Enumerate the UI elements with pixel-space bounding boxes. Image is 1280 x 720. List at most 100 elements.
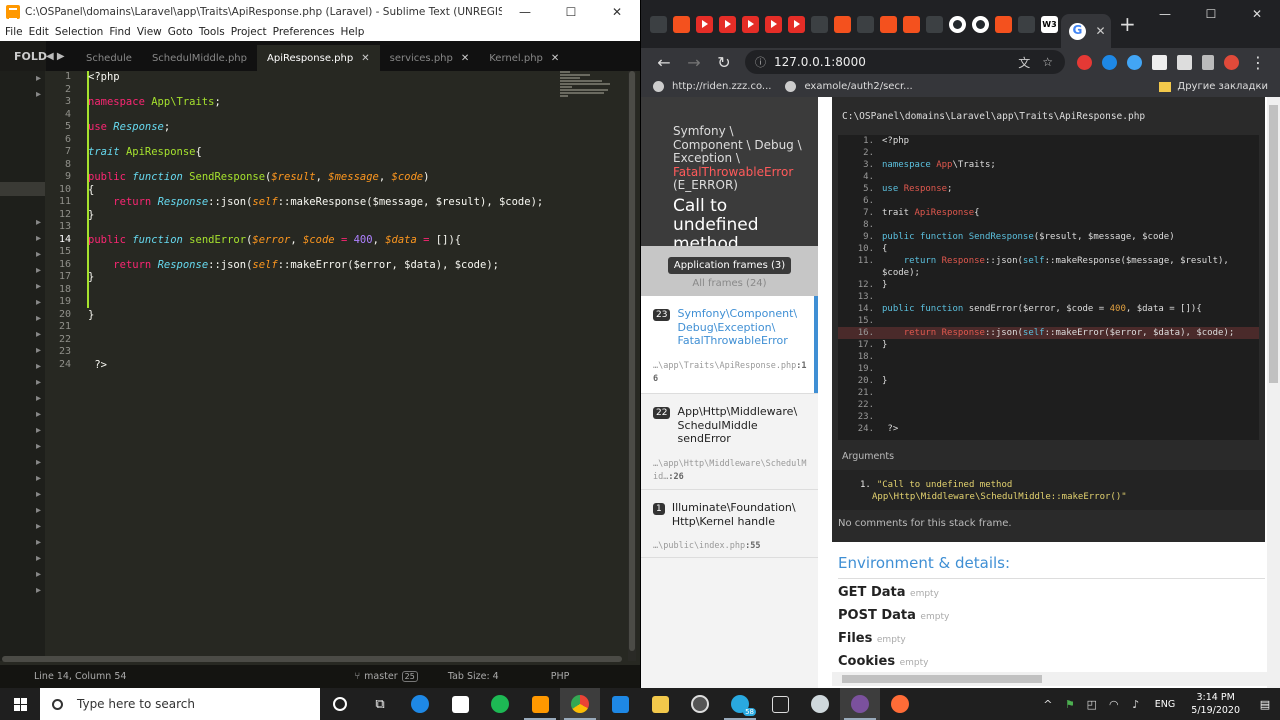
tab-favicon-dark[interactable] (857, 15, 874, 33)
tab-favicon-laravel[interactable] (995, 15, 1012, 33)
info-icon[interactable]: ⓘ (755, 54, 766, 70)
skype-icon[interactable] (480, 688, 520, 720)
github-icon[interactable] (949, 15, 966, 33)
extension-icon[interactable] (1152, 54, 1167, 70)
bookmark-item[interactable]: examole/auth2/secr... (785, 81, 913, 92)
tab-nav-arrows[interactable]: ◀ ▶ (46, 41, 76, 71)
clock[interactable]: 3:14 PM 5/19/2020 (1191, 691, 1240, 717)
tab-schedulmiddle[interactable]: SchedulMiddle.php (142, 45, 257, 71)
profile-avatar[interactable] (1224, 54, 1239, 70)
editor-vertical-scrollbar[interactable] (628, 71, 636, 661)
tab-kernel[interactable]: Kernel.php ✕ (479, 45, 569, 71)
tab-size[interactable]: Tab Size: 4 (448, 671, 499, 682)
edge-icon[interactable] (400, 688, 440, 720)
tab-close-icon[interactable]: ✕ (1095, 24, 1105, 38)
close-button[interactable]: ✕ (1234, 0, 1280, 28)
tab-favicon-dark[interactable] (650, 15, 667, 33)
tab-close-icon[interactable]: ✕ (361, 53, 369, 64)
tab-apiresponse[interactable]: ApiResponse.php ✕ (257, 45, 380, 71)
tab-favicon-laravel[interactable] (880, 15, 897, 33)
address-bar[interactable]: ⓘ 127.0.0.1:8000 文 ☆ (745, 50, 1065, 74)
chrome-taskbar-icon[interactable] (560, 688, 600, 720)
telegram-icon[interactable]: 58 (720, 688, 760, 720)
other-bookmarks[interactable]: Другие закладки (1159, 81, 1268, 92)
game-icon[interactable] (800, 688, 840, 720)
w3-icon[interactable]: W3 (1041, 15, 1058, 33)
close-button[interactable]: ✕ (594, 0, 640, 24)
page-vertical-scrollbar[interactable] (1267, 97, 1280, 688)
menu-goto[interactable]: Goto (165, 24, 196, 41)
start-button[interactable] (0, 688, 40, 720)
menu-help[interactable]: Help (337, 24, 367, 41)
back-button[interactable]: ← (649, 53, 679, 72)
viber-icon[interactable] (840, 688, 880, 720)
tab-favicon-dark[interactable] (926, 15, 943, 33)
store-icon[interactable] (440, 688, 480, 720)
tab-favicon-laravel[interactable] (834, 15, 851, 33)
tab-favicon-dark[interactable] (1018, 15, 1035, 33)
file-explorer-icon[interactable] (640, 688, 680, 720)
stack-frame[interactable]: 1 Illuminate\Foundation\ Http\Kernel han… (641, 490, 818, 558)
stack-frame[interactable]: 22 App\Http\Middleware\ SchedulMiddle se… (641, 394, 818, 490)
task-view-icon[interactable]: ⧉ (360, 688, 400, 720)
youtube-icon[interactable] (719, 15, 736, 33)
sublime-taskbar-icon[interactable] (520, 688, 560, 720)
menu-dots-icon[interactable]: ⋮ (1250, 53, 1266, 72)
youtube-icon[interactable] (788, 15, 805, 33)
github-icon[interactable] (972, 15, 989, 33)
chevron-up-icon[interactable]: ^ (1037, 698, 1059, 711)
translate-icon[interactable]: 文 (1018, 54, 1030, 71)
maximize-button[interactable]: ☐ (548, 0, 594, 24)
active-tab[interactable]: ✕ (1061, 14, 1111, 48)
editor-horizontal-scrollbar[interactable] (0, 655, 628, 663)
menu-project[interactable]: Project (228, 24, 270, 41)
playlist-icon[interactable] (1202, 54, 1214, 70)
application-frames-button[interactable]: Application frames (3) (667, 257, 792, 274)
extension-icon[interactable] (1102, 54, 1117, 70)
vscode-icon[interactable] (600, 688, 640, 720)
menu-preferences[interactable]: Preferences (270, 24, 338, 41)
tab-schedule[interactable]: Schedule (76, 45, 142, 71)
postman-icon[interactable] (880, 688, 920, 720)
language-indicator[interactable]: ENG (1155, 699, 1175, 710)
extension-icon[interactable] (1077, 54, 1092, 70)
media-player-icon[interactable] (680, 688, 720, 720)
menu-find[interactable]: Find (106, 24, 134, 41)
menu-tools[interactable]: Tools (196, 24, 228, 41)
reload-button[interactable]: ↻ (709, 53, 739, 72)
minimize-button[interactable]: — (502, 0, 548, 24)
maximize-button[interactable]: ☐ (1188, 0, 1234, 28)
new-tab-button[interactable]: + (1119, 12, 1136, 36)
minimap[interactable] (560, 71, 626, 131)
menu-edit[interactable]: Edit (26, 24, 52, 41)
volume-icon[interactable]: ♪ (1125, 698, 1147, 711)
all-frames-link[interactable]: All frames (24) (641, 278, 818, 289)
page-horizontal-scrollbar[interactable] (832, 672, 1267, 686)
download-extension-icon[interactable] (1127, 54, 1142, 70)
tab-favicon-laravel[interactable] (673, 15, 690, 33)
youtube-icon[interactable] (765, 15, 782, 33)
bookmark-item[interactable]: http://riden.zzz.co... (653, 81, 771, 92)
tab-favicon-dark[interactable] (811, 15, 828, 33)
tab-close-icon[interactable]: ✕ (461, 53, 469, 64)
git-branch[interactable]: master (364, 671, 398, 682)
network-icon[interactable]: ◰ (1081, 698, 1103, 711)
flag-icon[interactable]: ⚑ (1059, 698, 1081, 711)
tab-favicon-laravel[interactable] (903, 15, 920, 33)
stack-frame[interactable]: 23 Symfony\Component\ Debug\Exception\ F… (641, 296, 818, 394)
syntax-mode[interactable]: PHP (551, 671, 570, 682)
menu-view[interactable]: View (134, 24, 165, 41)
extension-icon[interactable] (1177, 54, 1192, 70)
minimize-button[interactable]: — (1142, 0, 1188, 28)
menu-selection[interactable]: Selection (52, 24, 106, 41)
notifications-icon[interactable]: ▤ (1250, 698, 1280, 711)
taskbar-search[interactable]: Type here to search (40, 688, 320, 720)
code-editor[interactable]: <?php namespace App\Traits; use Response… (88, 71, 558, 661)
tab-close-icon[interactable]: ✕ (551, 53, 559, 64)
youtube-icon[interactable] (742, 15, 759, 33)
tab-services[interactable]: services.php ✕ (380, 45, 480, 71)
youtube-icon[interactable] (696, 15, 713, 33)
bookmark-star-icon[interactable]: ☆ (1042, 55, 1053, 69)
forward-button[interactable]: → (679, 53, 709, 72)
cortana-icon[interactable] (320, 688, 360, 720)
